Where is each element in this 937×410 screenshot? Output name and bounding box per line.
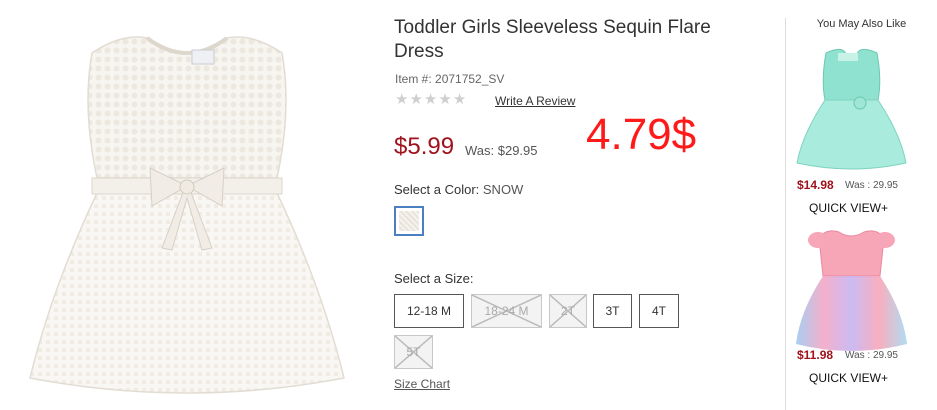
color-selector-label: Select a Color: SNOW [394,182,523,197]
size-label: 18-24 M [484,304,529,318]
star-icon: ★ [395,91,409,108]
overlay-price-annotation: 4.79$ [586,110,697,159]
star-icon: ★ [438,91,452,108]
size-label: 5T [406,345,421,359]
product-main-image[interactable] [22,28,352,400]
recommended-price-2: $11.98 [797,348,834,362]
recommended-was-price-1: Was : 29.95 [845,180,898,191]
size-selector-label: Select a Size: [394,271,474,286]
quick-view-button-1[interactable]: QUICK VIEW+ [786,201,911,215]
write-review-link[interactable]: Write A Review [495,94,575,108]
size-button-2t-unavailable[interactable]: 2T [549,294,587,328]
quick-view-button-2[interactable]: QUICK VIEW+ [786,371,911,385]
swatch-texture [399,211,419,231]
size-button-5t-unavailable[interactable]: 5T [394,335,433,369]
item-number: Item #: 2071752_SV [395,72,505,86]
recommended-product-image-1[interactable] [794,45,909,175]
star-icon: ★ [409,91,423,108]
size-label: 2T [560,304,575,318]
color-label-text: Select a Color: [394,182,480,197]
size-label: 3T [605,304,620,318]
size-chart-link[interactable]: Size Chart [394,377,450,391]
size-button-18-24m-unavailable[interactable]: 18-24 M [471,294,542,328]
size-label: 4T [651,304,666,318]
color-swatch-snow[interactable] [394,206,424,236]
size-button-12-18m[interactable]: 12-18 M [394,294,464,328]
recommended-product-image-2[interactable] [794,226,909,356]
sale-price: $5.99 [394,133,455,160]
recommended-price-1: $14.98 [797,178,834,192]
size-label: 12-18 M [406,304,452,318]
recommended-was-price-2: Was : 29.95 [845,350,898,361]
was-price: Was: $29.95 [465,143,538,158]
star-icon: ★ [452,91,467,108]
size-button-3t[interactable]: 3T [593,294,632,328]
rating-stars[interactable]: ★ ★ ★ ★ ★ [395,92,466,108]
star-icon: ★ [423,91,438,108]
size-button-4t[interactable]: 4T [639,294,679,328]
selected-color-value: SNOW [482,182,524,197]
you-may-also-like-title: You May Also Like [816,18,907,30]
product-title: Toddler Girls Sleeveless Sequin Flare Dr… [394,17,711,62]
